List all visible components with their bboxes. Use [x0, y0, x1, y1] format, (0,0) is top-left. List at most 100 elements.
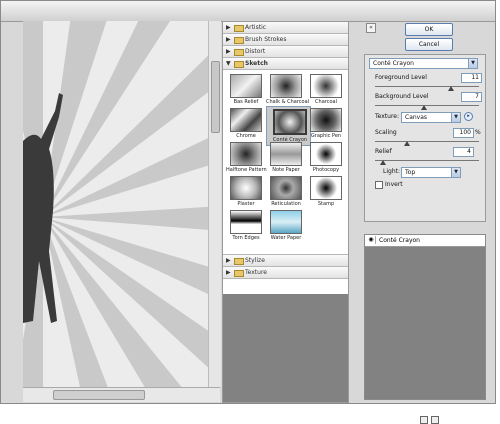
eye-icon[interactable]: ◉ [367, 236, 376, 244]
category-label: Distort [245, 48, 266, 55]
filter-thumb-photocopy[interactable]: Photocopy [306, 142, 346, 173]
filter-select-value: Conté Crayon [373, 60, 414, 67]
foreground-slider-knob[interactable] [447, 86, 454, 91]
scrollbar-thumb[interactable] [53, 390, 145, 400]
filter-thumb-bas-relief[interactable]: Bas Relief [226, 74, 266, 105]
foreground-level-label: Foreground Level [375, 74, 427, 81]
effect-layer-name: Conté Crayon [379, 237, 420, 244]
category-label: Brush Strokes [245, 36, 287, 43]
thumbnail-label: Charcoal [315, 99, 337, 105]
foreground-level-input[interactable]: 11 [461, 73, 482, 83]
texture-options-icon[interactable]: ▸ [464, 112, 473, 121]
preview-image [23, 21, 208, 387]
category-sketch[interactable]: ▼ Sketch [223, 58, 348, 70]
folder-icon [234, 49, 244, 56]
invert-checkbox[interactable] [375, 181, 383, 189]
chevron-down-icon[interactable]: ▼ [451, 168, 460, 177]
thumbnail-image [310, 176, 342, 200]
folder-open-icon [234, 61, 244, 68]
expand-arrow-icon[interactable]: ▶ [226, 267, 231, 278]
relief-slider-knob[interactable] [380, 160, 387, 165]
background-slider-knob[interactable] [420, 105, 427, 110]
scrollbar-thumb[interactable] [211, 61, 220, 133]
filter-thumb-chalk-charcoal[interactable]: Chalk & Charcoal [266, 74, 310, 105]
thumbnail-label: Stamp [317, 201, 335, 207]
expand-arrow-icon[interactable]: ▶ [226, 46, 231, 57]
filter-thumb-water-paper[interactable]: Water Paper [266, 210, 306, 241]
filter-thumb-note-paper[interactable]: Note Paper [266, 142, 306, 173]
category-brush-strokes[interactable]: ▶ Brush Strokes [223, 34, 348, 46]
folder-icon [234, 37, 244, 44]
thumbnail-image [270, 176, 302, 200]
category-stylize[interactable]: ▶ Stylize [223, 255, 348, 267]
category-label: Sketch [245, 60, 268, 67]
relief-input[interactable]: 4 [453, 147, 474, 157]
collapse-arrow-icon[interactable]: ▼ [226, 58, 231, 69]
category-texture[interactable]: ▶ Texture [223, 267, 348, 279]
filter-thumb-conte-crayon[interactable]: Conté Crayon [266, 106, 311, 146]
filter-select[interactable]: Conté Crayon ▼ [369, 58, 478, 69]
effect-layer-row[interactable]: ◉ Conté Crayon [365, 235, 485, 247]
cancel-button[interactable]: Cancel [405, 38, 453, 51]
effect-layers-panel: ◉ Conté Crayon [364, 234, 486, 400]
thumbnail-label: Plaster [237, 201, 255, 207]
background-level-input[interactable]: 7 [461, 92, 482, 102]
expand-arrow-icon[interactable]: ▶ [226, 255, 231, 266]
thumbnail-label: Graphic Pen [310, 133, 342, 139]
relief-slider[interactable] [375, 160, 479, 161]
category-distort[interactable]: ▶ Distort [223, 46, 348, 58]
folder-icon [234, 25, 244, 32]
folder-icon [234, 258, 244, 265]
settings-panel: « OK Cancel Conté Crayon ▼ Foreground Le… [349, 21, 493, 424]
filter-thumb-graphic-pen[interactable]: Graphic Pen [306, 108, 346, 139]
category-artistic[interactable]: ▶ Artistic [223, 22, 348, 34]
invert-label: Invert [385, 181, 403, 188]
texture-label: Texture: [375, 113, 399, 120]
preview-canvas[interactable] [23, 21, 209, 387]
new-effect-layer-icon[interactable] [420, 416, 428, 424]
light-select-value: Top [405, 169, 416, 176]
thumbnail-label: Bas Relief [233, 99, 259, 105]
thumbnail-label: Halftone Pattern [226, 167, 267, 173]
preview-vertical-scrollbar[interactable] [208, 21, 221, 387]
chevron-down-icon[interactable]: ▼ [468, 59, 477, 68]
title-bar [1, 1, 495, 22]
preview-horizontal-scrollbar[interactable] [23, 387, 220, 402]
filter-thumb-plaster[interactable]: Plaster [226, 176, 266, 207]
thumbnail-label: Note Paper [272, 167, 300, 173]
texture-select[interactable]: Canvas ▼ [401, 112, 461, 123]
expand-arrow-icon[interactable]: ▶ [226, 22, 231, 33]
thumbnail-image [230, 108, 262, 132]
ok-button[interactable]: OK [405, 23, 453, 36]
foreground-level-slider[interactable] [375, 86, 479, 87]
thumbnail-image [310, 108, 342, 132]
light-select[interactable]: Top ▼ [401, 167, 461, 178]
thumbnail-image [230, 142, 262, 166]
filter-thumb-stamp[interactable]: Stamp [306, 176, 346, 207]
filter-gallery-window: ▶ Artistic ▶ Brush Strokes ▶ Distort ▼ S… [0, 0, 496, 424]
thumbnail-label: Reticulation [271, 201, 301, 207]
scaling-input[interactable]: 100 [453, 128, 474, 138]
sketch-thumbnails: Bas Relief Chalk & Charcoal Charcoal Chr… [223, 70, 348, 255]
category-label: Artistic [245, 24, 267, 31]
thumbnail-image [230, 176, 262, 200]
background-level-slider[interactable] [375, 105, 479, 106]
thumbnail-label: Chalk & Charcoal [266, 99, 310, 105]
trash-icon[interactable] [431, 416, 439, 424]
filter-thumb-torn-edges[interactable]: Torn Edges [226, 210, 266, 241]
chevron-down-icon[interactable]: ▼ [451, 113, 460, 122]
filter-thumb-halftone-pattern[interactable]: Halftone Pattern [226, 142, 267, 173]
background-level-label: Background Level [375, 93, 429, 100]
thumbnail-image [270, 74, 302, 98]
thumbnail-label: Chrome [236, 133, 256, 139]
expand-arrow-icon[interactable]: ▶ [226, 34, 231, 45]
scaling-label: Scaling [375, 129, 397, 136]
filter-thumb-reticulation[interactable]: Reticulation [266, 176, 306, 207]
filter-thumb-chrome[interactable]: Chrome [226, 108, 266, 139]
scaling-slider-knob[interactable] [404, 141, 411, 146]
filter-thumb-charcoal[interactable]: Charcoal [306, 74, 346, 105]
scaling-slider[interactable] [375, 141, 479, 142]
thumbnail-image [230, 74, 262, 98]
thumbnail-image [310, 74, 342, 98]
collapse-gallery-icon[interactable]: « [366, 23, 376, 33]
